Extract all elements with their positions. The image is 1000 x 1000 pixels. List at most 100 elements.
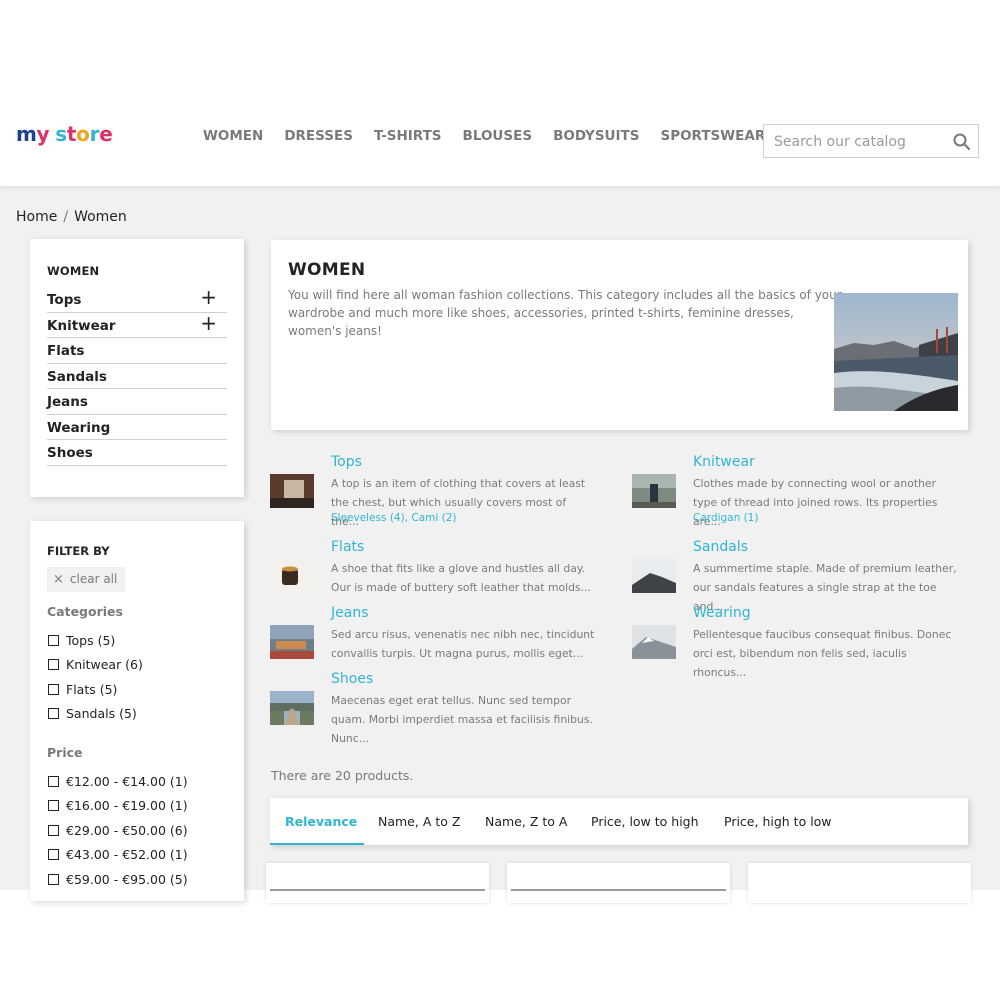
facet-option[interactable]: Tops (5) <box>48 628 143 653</box>
category-item-label: Knitwear <box>47 317 116 334</box>
search-input[interactable] <box>764 125 956 159</box>
sort-tab-relevance[interactable]: Relevance <box>285 814 357 829</box>
subcategory-thumbnail[interactable] <box>270 691 314 725</box>
facet-option[interactable]: €12.00 - €14.00 (1) <box>48 769 188 794</box>
subcategory-thumbnail[interactable] <box>632 474 676 508</box>
subcategory-thumbnail[interactable] <box>270 625 314 659</box>
checkbox[interactable] <box>48 873 59 885</box>
store-logo[interactable]: my store <box>16 122 113 146</box>
main-content: Home / Women WOMEN Tops + Knitwear + Flats S… <box>0 187 1000 903</box>
nav-item-sportswear[interactable]: SPORTSWEAR <box>660 128 765 144</box>
category-header: WOMEN You will find here all woman fashi… <box>271 240 968 430</box>
filter-panel: FILTER BY × clear all Categories Tops (5)… <box>30 521 244 901</box>
category-item-jeans[interactable]: Jeans <box>47 389 227 415</box>
page: my store WOMEN DRESSES T-SHIRTS BLOUSES … <box>0 0 1000 1000</box>
site-header: my store WOMEN DRESSES T-SHIRTS BLOUSES … <box>0 108 1000 187</box>
sort-tab-price-asc[interactable]: Price, low to high <box>591 814 699 829</box>
sort-tab-name-asc[interactable]: Name, A to Z <box>378 814 460 829</box>
category-item-label: Flats <box>47 343 85 359</box>
category-item-sandals[interactable]: Sandals <box>47 364 227 389</box>
facet-option-label: €12.00 - €14.00 (1) <box>66 773 188 789</box>
nav-item-women[interactable]: WOMEN <box>203 128 263 144</box>
subcategory-description: Maecenas eget erat tellus. Nunc sed temp… <box>331 694 593 745</box>
category-tree-list: Tops + Knitwear + Flats Sandals Jeans Wear… <box>47 284 227 466</box>
facet-option[interactable]: Flats (5) <box>48 677 143 702</box>
subcategory-name[interactable]: Wearing <box>693 605 751 621</box>
subcategory-links[interactable]: Sleeveless (4), Cami (2) <box>331 512 457 524</box>
subcategory-thumbnail[interactable] <box>632 625 676 659</box>
product-count: There are 20 products. <box>271 768 414 783</box>
category-item-flats[interactable]: Flats <box>47 338 227 364</box>
product-image-edge <box>511 889 726 891</box>
sort-bar: Relevance Name, A to Z Name, Z to A Pric… <box>270 798 968 845</box>
subcategory-flats: Flats A shoe that fits like a glove and … <box>270 539 600 599</box>
subcategory-jeans: Jeans Sed arcu risus, venenatis nec nibh… <box>270 605 600 665</box>
category-item-label: Shoes <box>47 445 93 461</box>
facet-option[interactable]: €16.00 - €19.00 (1) <box>48 794 188 819</box>
breadcrumb-current[interactable]: Women <box>74 209 127 225</box>
facet-option-label: €16.00 - €19.00 (1) <box>66 798 188 814</box>
subcategory-name[interactable]: Knitwear <box>693 454 755 470</box>
expand-plus-icon[interactable]: + <box>200 310 217 336</box>
logo-letter: t <box>66 122 77 146</box>
search-box <box>763 124 979 159</box>
checkbox[interactable] <box>48 824 59 836</box>
sort-tab-name-desc[interactable]: Name, Z to A <box>485 814 567 829</box>
breadcrumb-home[interactable]: Home <box>16 209 57 225</box>
close-icon: × <box>53 572 64 587</box>
subcategory-name[interactable]: Sandals <box>693 539 748 555</box>
facet-option-label: Tops (5) <box>66 632 116 648</box>
subcategory-name[interactable]: Tops <box>331 454 362 470</box>
facet-option[interactable]: €29.00 - €50.00 (6) <box>48 818 188 843</box>
product-card[interactable] <box>507 863 730 903</box>
subcategory-description: Pellentesque faucibus consequat finibus.… <box>693 628 952 679</box>
category-item-knitwear[interactable]: Knitwear + <box>47 310 227 338</box>
subcategory-thumbnail[interactable] <box>632 559 676 593</box>
category-cover-image <box>834 293 958 411</box>
subcategory-tops: Tops A top is an item of clothing that c… <box>270 454 600 528</box>
active-tab-indicator <box>270 843 364 845</box>
subcategory-name[interactable]: Flats <box>331 539 364 555</box>
subcategory-thumbnail[interactable] <box>270 474 314 508</box>
checkbox[interactable] <box>48 775 59 787</box>
breadcrumb: Home / Women <box>16 209 127 225</box>
nav-item-bodysuits[interactable]: BODYSUITS <box>553 128 639 144</box>
category-item-wearing[interactable]: Wearing <box>47 415 227 440</box>
checkbox[interactable] <box>48 708 59 720</box>
facet-option[interactable]: Sandals (5) <box>48 702 143 727</box>
facet-option-label: Flats (5) <box>66 681 118 697</box>
checkbox[interactable] <box>48 683 59 695</box>
nav-item-tshirts[interactable]: T-SHIRTS <box>374 128 442 144</box>
category-item-label: Tops <box>47 292 82 308</box>
expand-plus-icon[interactable]: + <box>200 284 217 310</box>
category-item-shoes[interactable]: Shoes <box>47 440 227 466</box>
product-card[interactable] <box>266 863 489 903</box>
search-icon[interactable] <box>952 132 972 152</box>
nav-item-blouses[interactable]: BLOUSES <box>463 128 533 144</box>
facet-option[interactable]: €59.00 - €95.00 (5) <box>48 867 188 892</box>
category-item-label: Wearing <box>47 419 111 436</box>
logo-letter: s <box>55 122 67 146</box>
clear-all-button[interactable]: × clear all <box>47 567 125 592</box>
checkbox[interactable] <box>48 849 59 861</box>
checkbox[interactable] <box>48 800 59 812</box>
subcategory-thumbnail[interactable] <box>270 559 314 593</box>
facet-option-label: €43.00 - €52.00 (1) <box>66 847 188 863</box>
facet-option-label: €59.00 - €95.00 (5) <box>66 871 188 887</box>
facet-option-label: €29.00 - €50.00 (6) <box>66 822 188 838</box>
main-nav: WOMEN DRESSES T-SHIRTS BLOUSES BODYSUITS… <box>203 128 765 144</box>
subcategory-name[interactable]: Shoes <box>331 671 373 687</box>
nav-item-dresses[interactable]: DRESSES <box>284 128 353 144</box>
checkbox[interactable] <box>48 634 59 646</box>
product-card[interactable] <box>748 863 971 903</box>
facet-option[interactable]: €43.00 - €52.00 (1) <box>48 843 188 868</box>
subcategory-name[interactable]: Jeans <box>331 605 369 621</box>
sort-tab-price-desc[interactable]: Price, high to low <box>724 814 832 829</box>
product-image-edge <box>270 889 485 891</box>
facet-title-categories: Categories <box>47 604 123 619</box>
checkbox[interactable] <box>48 659 59 671</box>
facet-title-price: Price <box>47 745 83 760</box>
subcategory-links[interactable]: Cardigan (1) <box>693 512 758 524</box>
facet-option[interactable]: Knitwear (6) <box>48 653 143 678</box>
subcategory-wearing: Wearing Pellentesque faucibus consequat … <box>632 605 962 679</box>
